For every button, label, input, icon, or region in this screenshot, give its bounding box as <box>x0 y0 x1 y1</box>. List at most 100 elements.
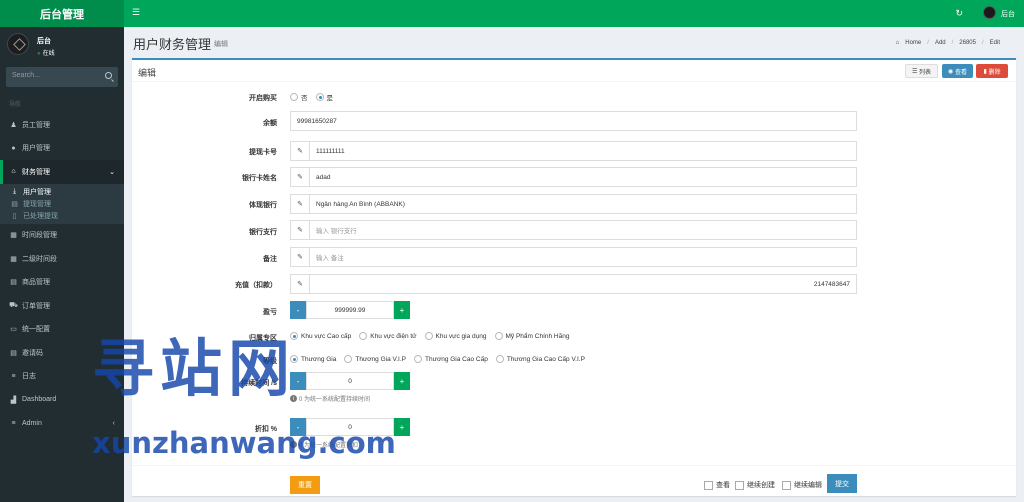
submit-button[interactable]: 提交 <box>827 474 857 493</box>
sidebar-item-label: 员工管理 <box>22 121 50 129</box>
table-icon: ▤ <box>10 349 17 357</box>
submenu-item-processed[interactable]: ▯ 已处理提现 <box>0 210 124 222</box>
level-option[interactable]: Thương Gia Cao Cấp <box>414 355 488 363</box>
sidebar-item-sub-timeslot[interactable]: ▦ 二级时间段 <box>0 247 124 271</box>
sidebar-item-products[interactable]: ▤ 商品管理 <box>0 271 124 295</box>
user-status-text: 在线 <box>42 51 55 57</box>
search-icon[interactable] <box>105 72 112 79</box>
radio-label: Thương Gia <box>301 355 337 363</box>
level-option[interactable]: Thương Gia Cao Cấp V.I.P <box>495 355 585 363</box>
radio-checked-icon[interactable] <box>290 332 298 340</box>
bank-icon: ⌂ <box>11 168 16 176</box>
balance-input[interactable]: 99981650287 <box>290 111 857 131</box>
discount-minus-button[interactable]: - <box>290 418 306 436</box>
duration-input[interactable]: 0 <box>306 372 394 390</box>
sidebar-item-log[interactable]: ≡ 日志 <box>0 365 124 389</box>
avatar[interactable] <box>983 6 996 19</box>
radio-icon[interactable] <box>494 332 503 340</box>
file-icon: ▯ <box>12 212 17 220</box>
breadcrumb-separator: / <box>951 40 954 46</box>
check-view[interactable]: 查看 <box>704 480 730 490</box>
breadcrumb-add[interactable]: Add <box>935 40 946 46</box>
buy-option-no[interactable]: 否 <box>290 92 308 102</box>
check-continue-edit[interactable]: 继续编辑 <box>782 480 822 490</box>
radio-icon[interactable] <box>424 332 433 340</box>
refresh-icon[interactable]: ↻ <box>955 8 963 19</box>
recharge-input[interactable]: 2147483647 <box>309 274 857 294</box>
profit-minus-button[interactable]: - <box>290 301 306 319</box>
reset-button[interactable]: 重置 <box>290 476 320 494</box>
view-button[interactable]: ◉ 查看 <box>942 64 973 78</box>
sidebar-item-invite[interactable]: ▤ 邀请码 <box>0 341 124 365</box>
level-label: 等级 <box>263 358 277 365</box>
bank-input[interactable]: Ngân hàng An Bình (ABBANK) <box>309 194 857 214</box>
sidebar-item-label: 订单管理 <box>22 302 50 310</box>
sidebar-item-label: 用户管理 <box>22 145 50 153</box>
top-user-name[interactable]: 后台 <box>1001 9 1015 19</box>
radio-icon[interactable] <box>495 355 504 363</box>
breadcrumb: ⌂ Home / Add / 26805 / Edit <box>896 40 1000 46</box>
sidebar-item-config[interactable]: ▭ 统一配置 <box>0 318 124 342</box>
sidebar-item-finance[interactable]: ⌂ 财务管理 ⌄ <box>0 160 124 184</box>
sidebar-item-users[interactable]: ● 用户管理 <box>0 137 124 161</box>
delete-button[interactable]: ▮ 删除 <box>976 64 1008 78</box>
sidebar-item-label: 邀请码 <box>22 349 43 357</box>
check-continue-create[interactable]: 继续创建 <box>735 480 775 490</box>
card-number-input[interactable]: 111111111 <box>309 141 857 161</box>
hamburger-icon[interactable]: ☰ <box>132 8 140 17</box>
finance-submenu: ⤓ 用户管理 ▤ 提现管理 ▯ 已处理提现 <box>0 183 124 224</box>
duration-plus-button[interactable]: + <box>394 372 410 390</box>
radio-checked-icon[interactable] <box>290 355 298 363</box>
duration-minus-button[interactable]: - <box>290 372 306 390</box>
submenu-item-withdraw[interactable]: ▤ 提现管理 <box>0 198 124 210</box>
submenu-item-user-finance[interactable]: ⤓ 用户管理 <box>0 186 124 198</box>
pencil-icon: ✎ <box>290 167 310 187</box>
level-option[interactable]: Thương Gia <box>290 355 336 363</box>
radio-icon[interactable] <box>414 355 423 363</box>
duration-help: i0 为统一系统配置持续时间 <box>290 394 370 403</box>
card-name-input[interactable]: adad <box>309 167 857 187</box>
radio-icon[interactable] <box>344 355 353 363</box>
sidebar-item-orders[interactable]: ⛟ 订单管理 <box>0 294 124 318</box>
balance-label: 余额 <box>263 120 277 127</box>
buy-option-yes[interactable]: 是 <box>315 92 333 102</box>
note-input[interactable]: 输入 备注 <box>309 247 857 267</box>
checkbox[interactable] <box>704 480 713 490</box>
submenu-item-label: 用户管理 <box>23 188 51 196</box>
app-logo[interactable]: 后台管理 <box>0 0 124 27</box>
profit-plus-button[interactable]: + <box>394 301 410 319</box>
zone-option[interactable]: Khu vực điện tử <box>359 332 417 340</box>
sidebar-item-admin[interactable]: ≡ Admin ‹ <box>0 412 124 436</box>
radio-label: Mỹ Phẩm Chính Hãng <box>505 332 570 340</box>
checkbox-label: 继续编辑 <box>794 482 822 489</box>
zone-option[interactable]: Mỹ Phẩm Chính Hãng <box>494 332 570 340</box>
radio-icon[interactable] <box>359 332 368 340</box>
sidebar-search[interactable]: Search... <box>6 67 118 87</box>
sidebar-item-label: Dashboard <box>22 396 57 404</box>
breadcrumb-separator: / <box>981 40 984 46</box>
zone-option[interactable]: Khu vực Cao cấp <box>290 332 351 340</box>
breadcrumb-id[interactable]: 26805 <box>959 40 976 46</box>
search-input[interactable]: Search... <box>12 72 40 79</box>
sidebar-item-dashboard[interactable]: ▟ Dashboard <box>0 388 124 412</box>
radio-checked-icon[interactable] <box>315 93 324 101</box>
branch-input[interactable]: 输入 银行支行 <box>309 220 857 240</box>
sidebar-item-staff[interactable]: ♟ 员工管理 <box>0 113 124 137</box>
sidebar-item-timeslot[interactable]: ▦ 时间段管理 <box>0 224 124 248</box>
discount-plus-button[interactable]: + <box>394 418 410 436</box>
card-label: 提现卡号 <box>249 149 277 156</box>
breadcrumb-home[interactable]: Home <box>905 40 921 46</box>
radio-label: Khu vực Cao cấp <box>301 332 352 340</box>
zone-option[interactable]: Khu vực gia dụng <box>424 332 487 340</box>
level-option[interactable]: Thương Gia V.I.P <box>344 355 406 363</box>
checkbox[interactable] <box>735 480 744 490</box>
sidebar-user-name: 后台 <box>37 38 51 45</box>
discount-input[interactable]: 0 <box>306 418 394 436</box>
checkbox[interactable] <box>782 480 791 490</box>
divider <box>132 81 1016 82</box>
profit-input[interactable]: 999999.99 <box>306 301 394 319</box>
list-button[interactable]: ☰ 列表 <box>905 64 938 78</box>
view-button-label: 查看 <box>954 69 967 76</box>
calendar-icon: ▦ <box>10 255 17 263</box>
radio-icon[interactable] <box>290 93 298 101</box>
